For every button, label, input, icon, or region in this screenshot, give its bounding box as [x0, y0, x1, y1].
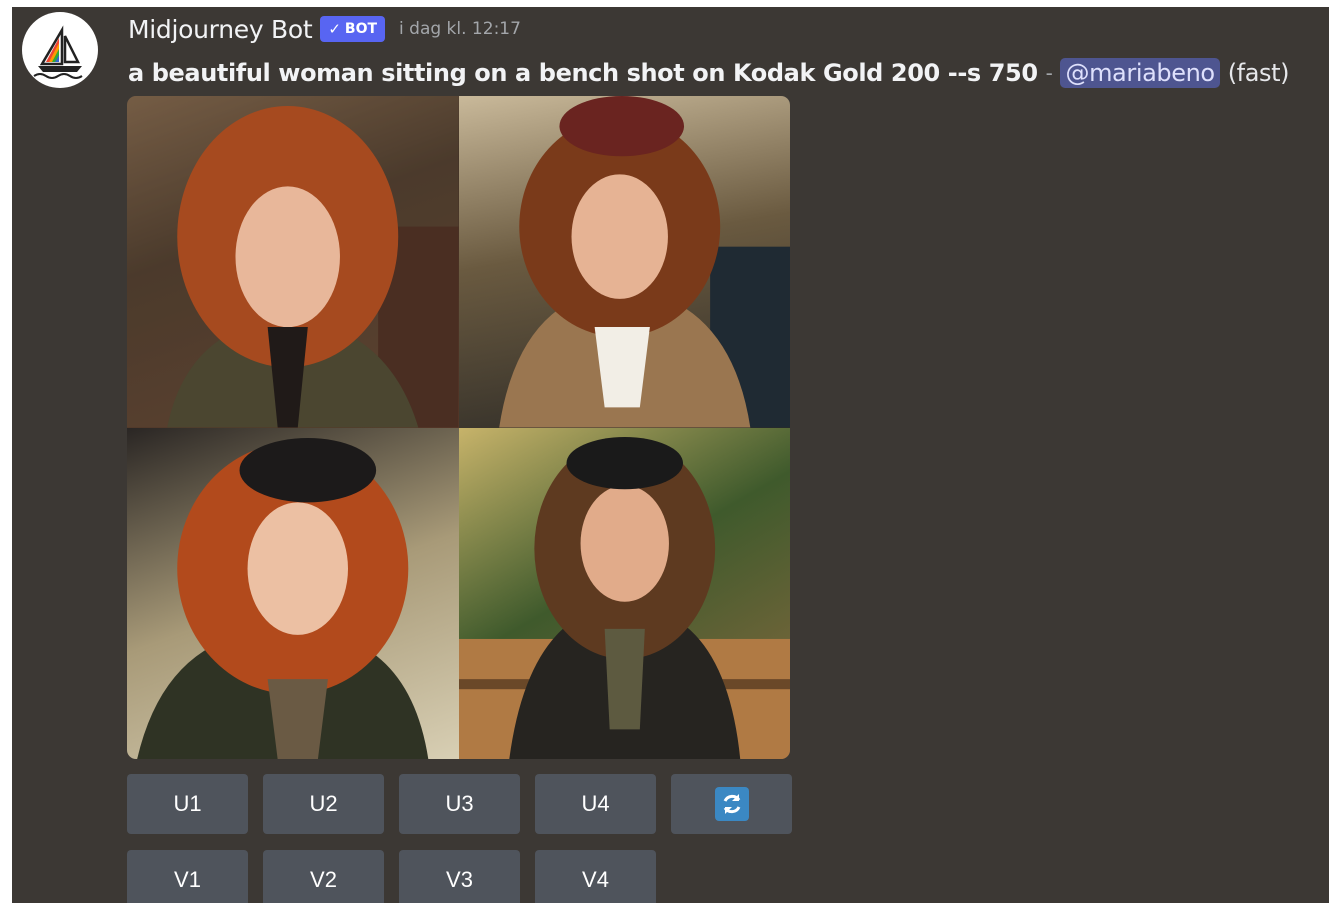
- portrait-photo-3: [137, 437, 429, 759]
- arrows-counterclockwise-icon: [714, 787, 749, 821]
- message-header: Midjourney Bot ✓ BOT i dag kl. 12:17: [128, 13, 521, 45]
- bot-badge-label: BOT: [344, 21, 378, 37]
- u2-button[interactable]: U2: [263, 774, 384, 834]
- portrait-photo-2: [498, 96, 790, 428]
- v4-button[interactable]: V4: [535, 850, 656, 903]
- upscale-buttons: U1 U2 U3 U4: [127, 774, 792, 834]
- message-content: a beautiful woman sitting on a bench sho…: [128, 55, 1290, 91]
- image-3[interactable]: [127, 427, 459, 759]
- v1-button[interactable]: V1: [127, 850, 248, 903]
- reroll-button[interactable]: [671, 774, 792, 834]
- midjourney-sailboat-icon: [33, 25, 83, 79]
- message-timestamp: i dag kl. 12:17: [399, 19, 521, 39]
- verified-check-icon: ✓: [328, 20, 341, 38]
- v3-button[interactable]: V3: [399, 850, 520, 903]
- bot-avatar[interactable]: [22, 12, 98, 88]
- variation-buttons: V1 V2 V3 V4: [127, 850, 656, 903]
- u1-button[interactable]: U1: [127, 774, 248, 834]
- image-2[interactable]: [458, 96, 790, 428]
- bot-badge: ✓ BOT: [320, 16, 386, 42]
- image-4[interactable]: [458, 427, 790, 759]
- prompt-text: a beautiful woman sitting on a bench sho…: [128, 59, 1038, 87]
- u4-button[interactable]: U4: [535, 774, 656, 834]
- portrait-photo-1: [127, 96, 459, 428]
- image-1[interactable]: [127, 96, 459, 428]
- speed-label: (fast): [1227, 59, 1290, 87]
- user-mention[interactable]: @mariabeno: [1060, 58, 1220, 88]
- portrait-photo-4: [458, 436, 790, 759]
- u3-button[interactable]: U3: [399, 774, 520, 834]
- image-grid[interactable]: [127, 96, 790, 759]
- v2-button[interactable]: V2: [263, 850, 384, 903]
- author-name[interactable]: Midjourney Bot: [128, 15, 313, 44]
- chat-message-area: Midjourney Bot ✓ BOT i dag kl. 12:17 a b…: [12, 7, 1329, 903]
- separator: -: [1045, 61, 1053, 85]
